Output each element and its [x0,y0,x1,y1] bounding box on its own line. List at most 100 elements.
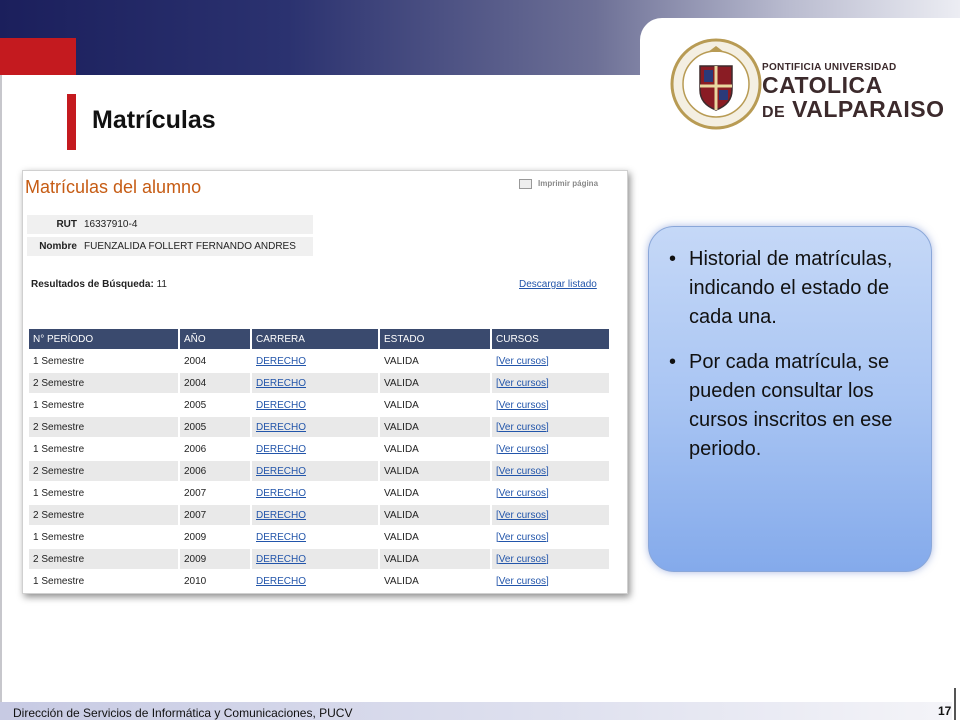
bullet-icon: • [669,351,677,373]
courses-cell[interactable]: [Ver cursos] [492,395,609,415]
career-cell[interactable]: DERECHO [252,549,378,569]
career-cell[interactable]: DERECHO [252,505,378,525]
courses-cell[interactable]: [Ver cursos] [492,527,609,547]
print-page-link[interactable]: Imprimir página [519,179,598,189]
table-row: 2 Semestre 2007 DERECHO VALIDA [Ver cursos] [29,505,609,525]
courses-cell[interactable]: [Ver cursos] [492,373,609,393]
bullet-icon: • [669,248,677,270]
callout-bullet-text-2: Por cada matrícula, se pueden consultar … [689,351,893,460]
period-cell: 1 Semestre [33,575,85,587]
period-cell: 2 Semestre [29,417,178,437]
status-cell: VALIDA [384,575,419,587]
period-cell: 2 Semestre [29,373,178,393]
rut-row: RUT 16337910-4 [27,215,313,234]
status-cell: VALIDA [384,355,419,367]
period-cell: 1 Semestre [33,355,85,367]
period-cell: 2 Semestre [29,549,178,569]
column-header-period: N° PERÍODO [29,329,178,349]
year-cell: 2009 [180,549,250,569]
year-cell: 2009 [184,531,207,543]
courses-cell[interactable]: [Ver cursos] [492,351,609,371]
results-label: Resultados de Búsqueda: [31,279,154,290]
courses-cell[interactable]: [Ver cursos] [492,571,609,591]
logo-line-3: DE VALPARAISO [762,97,945,125]
name-label: Nombre [39,241,77,252]
year-cell: 2007 [184,487,207,499]
status-cell: VALIDA [384,487,419,499]
name-row: Nombre FUENZALIDA FOLLERT FERNANDO ANDRE… [27,237,313,256]
year-cell: 2010 [184,575,207,587]
callout-bullet-1: • Historial de matrículas, indicando el e… [667,245,921,332]
career-cell[interactable]: DERECHO [252,351,378,371]
logo-line-3-prefix: DE [762,104,786,121]
year-cell: 2007 [180,505,250,525]
column-header-year: AÑO [180,329,250,349]
table-row: 2 Semestre 2009 DERECHO VALIDA [Ver cursos] [29,549,609,569]
university-logo-panel: PONTIFICIA UNIVERSIDAD CATOLICA DE VALPA… [640,18,960,158]
courses-cell[interactable]: [Ver cursos] [492,461,609,481]
status-cell: VALIDA [384,443,419,455]
status-cell: VALIDA [380,417,490,437]
courses-cell[interactable]: [Ver cursos] [492,417,609,437]
status-cell: VALIDA [384,531,419,543]
year-cell: 2005 [184,399,207,411]
red-accent-tab [0,38,76,75]
results-value: 11 [156,279,167,290]
period-cell: 1 Semestre [33,443,85,455]
right-border-line [954,688,956,720]
download-list-link[interactable]: Descargar listado [519,279,597,290]
table-row: 1 Semestre 2007 DERECHO VALIDA [Ver cursos] [29,483,609,503]
status-cell: VALIDA [380,373,490,393]
period-cell: 1 Semestre [33,399,85,411]
year-cell: 2006 [184,443,207,455]
enrollment-table: N° PERÍODO AÑO CARRERA ESTADO CURSOS 1 S… [27,327,611,593]
career-cell[interactable]: DERECHO [252,417,378,437]
period-cell: 1 Semestre [33,487,85,499]
career-cell[interactable]: DERECHO [252,373,378,393]
courses-cell[interactable]: [Ver cursos] [492,483,609,503]
enrollment-screenshot: Matrículas del alumno Imprimir página RU… [22,170,628,594]
callout-bullet-2: • Por cada matrícula, se pueden consultar… [667,348,921,464]
year-cell: 2006 [180,461,250,481]
career-cell[interactable]: DERECHO [252,483,378,503]
title-accent-bar [67,94,76,150]
table-row: 1 Semestre 2005 DERECHO VALIDA [Ver cursos] [29,395,609,415]
career-cell[interactable]: DERECHO [252,395,378,415]
table-row: 1 Semestre 2006 DERECHO VALIDA [Ver cursos] [29,439,609,459]
status-cell: VALIDA [380,461,490,481]
left-border-line [0,75,2,705]
table-row: 2 Semestre 2005 DERECHO VALIDA [Ver cursos] [29,417,609,437]
page-number: 17 [938,704,952,718]
column-header-career: CARRERA [252,329,378,349]
table-row: 2 Semestre 2004 DERECHO VALIDA [Ver cursos] [29,373,609,393]
courses-cell[interactable]: [Ver cursos] [492,439,609,459]
career-cell[interactable]: DERECHO [252,439,378,459]
table-row: 1 Semestre 2009 DERECHO VALIDA [Ver cursos] [29,527,609,547]
table-row: 1 Semestre 2004 DERECHO VALIDA [Ver cursos] [29,351,609,371]
courses-cell[interactable]: [Ver cursos] [492,505,609,525]
courses-cell[interactable]: [Ver cursos] [492,549,609,569]
university-seal-icon [670,38,762,130]
period-cell: 2 Semestre [29,505,178,525]
year-cell: 2004 [184,355,207,367]
footer-text: Dirección de Servicios de Informática y … [13,706,353,720]
table-header-row: N° PERÍODO AÑO CARRERA ESTADO CURSOS [29,329,609,349]
university-name-logo: PONTIFICIA UNIVERSIDAD CATOLICA DE VALPA… [762,62,945,125]
table-row: 1 Semestre 2010 DERECHO VALIDA [Ver cursos] [29,571,609,591]
career-cell[interactable]: DERECHO [252,461,378,481]
career-cell[interactable]: DERECHO [252,527,378,547]
year-cell: 2005 [180,417,250,437]
status-cell: VALIDA [384,399,419,411]
period-cell: 2 Semestre [29,461,178,481]
column-header-courses: CURSOS [492,329,609,349]
screenshot-title: Matrículas del alumno [25,177,202,197]
period-cell: 1 Semestre [33,531,85,543]
slide-title: Matrículas [92,106,216,134]
name-value: FUENZALIDA FOLLERT FERNANDO ANDRES [84,241,296,252]
logo-line-3-main: VALPARAISO [792,96,945,122]
search-results-count: Resultados de Búsqueda: 11 [31,279,167,290]
print-page-label: Imprimir página [538,179,599,189]
info-callout: • Historial de matrículas, indicando el e… [648,226,932,572]
career-cell[interactable]: DERECHO [252,571,378,591]
column-header-status: ESTADO [380,329,490,349]
